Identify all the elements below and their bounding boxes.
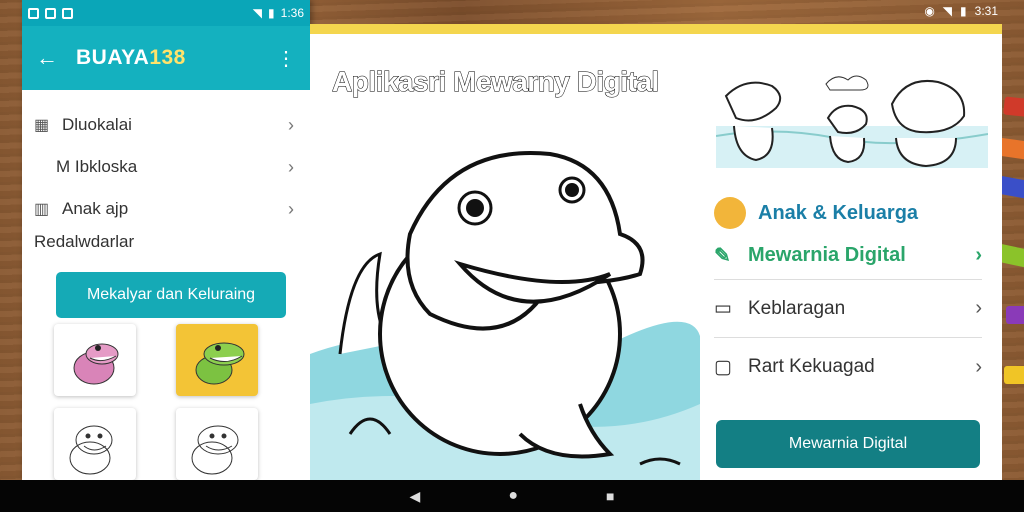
thumbnail-outline-hippo[interactable] — [54, 408, 136, 480]
chevron-right-icon: › — [288, 198, 294, 219]
thumbnail-green-crocodile[interactable] — [176, 324, 258, 396]
battery-icon: ▮ — [960, 4, 967, 18]
crayon-yellow — [1004, 366, 1024, 384]
home-icon[interactable]: ● — [508, 487, 518, 505]
coloring-canvas-crocodile[interactable] — [310, 104, 700, 490]
signal-icon: ▮ — [268, 6, 275, 20]
wifi-icon: ◥ — [252, 6, 263, 20]
nav-item-family[interactable]: Anak & Keluarga — [714, 194, 982, 232]
menu-list: ▦ Dluokalai › M Ibkloska › ▥ Anak ajp › — [22, 104, 310, 230]
page-title: Aplikasri Mewarny Digital — [332, 66, 660, 98]
nav-item-digital-coloring[interactable]: ✎ Mewarnia Digital › — [714, 232, 982, 280]
more-options-icon[interactable]: ⋮ — [276, 46, 296, 71]
menu-item[interactable]: ▦ Dluokalai › — [22, 104, 310, 146]
chevron-right-icon: › — [975, 297, 982, 319]
status-time: 1:36 — [280, 6, 304, 20]
grid-icon: ▦ — [34, 117, 50, 134]
recents-icon[interactable]: ■ — [606, 488, 614, 504]
app-title: BUAYA138 — [76, 46, 186, 69]
status-bar: ◥ ▮ 1:36 — [22, 0, 310, 26]
menu-item[interactable]: M Ibkloska › — [22, 146, 310, 188]
alarm-icon: ◉ — [924, 4, 935, 18]
thumbnail-pink-crocodile[interactable] — [54, 324, 136, 396]
category-nav: Anak & Keluarga ✎ Mewarnia Digital › ▭ K… — [714, 194, 982, 396]
app-icon — [62, 7, 73, 19]
digital-coloring-button[interactable]: Mewarnia Digital — [716, 420, 980, 468]
crocodile-friends-illustration — [716, 75, 988, 168]
document-icon: ▢ — [714, 356, 732, 378]
crayon-purple — [1006, 306, 1024, 324]
chevron-right-icon: › — [975, 244, 982, 266]
system-navigation-bar: ◀ ● ■ — [0, 480, 1024, 512]
notification-icon — [45, 7, 56, 19]
pencil-icon: ✎ — [714, 245, 731, 267]
status-time: 3:31 — [974, 4, 998, 18]
tablet-icon: ▭ — [714, 298, 732, 319]
section-subtitle: Redalwdarlar — [34, 232, 135, 251]
chevron-right-icon: › — [975, 355, 982, 378]
wifi-icon: ◥ — [942, 4, 953, 18]
back-icon[interactable]: ◀ — [410, 488, 421, 505]
back-arrow-icon[interactable]: ← — [36, 45, 58, 71]
main-panel: Aplikasri Mewarny Digital Anak & Keluarg… — [310, 24, 1002, 490]
nav-item-equipment[interactable]: ▭ Keblaragan › — [714, 280, 982, 338]
tablet-status-bar: ◉ ◥ ▮ 3:31 — [924, 4, 998, 18]
thumbnail-outline-hippo-2[interactable] — [176, 408, 258, 480]
nav-item-tools[interactable]: ▢ Rart Kekuagad › — [714, 338, 982, 396]
mascot-icon — [714, 197, 746, 229]
app-bar: ← BUAYA138 ⋮ — [22, 26, 310, 90]
columns-icon: ▥ — [34, 201, 50, 218]
family-learning-button[interactable]: Mekalyar dan Keluraing — [56, 272, 286, 318]
menu-item[interactable]: ▥ Anak ajp › — [22, 188, 310, 230]
crayon-red — [1003, 96, 1024, 118]
chevron-right-icon: › — [288, 114, 294, 135]
left-phone-screen: ◥ ▮ 1:36 ← BUAYA138 ⋮ ▦ Dluokalai › M Ibkl… — [22, 0, 310, 480]
chevron-right-icon: › — [288, 156, 294, 177]
sim-icon — [28, 7, 39, 19]
